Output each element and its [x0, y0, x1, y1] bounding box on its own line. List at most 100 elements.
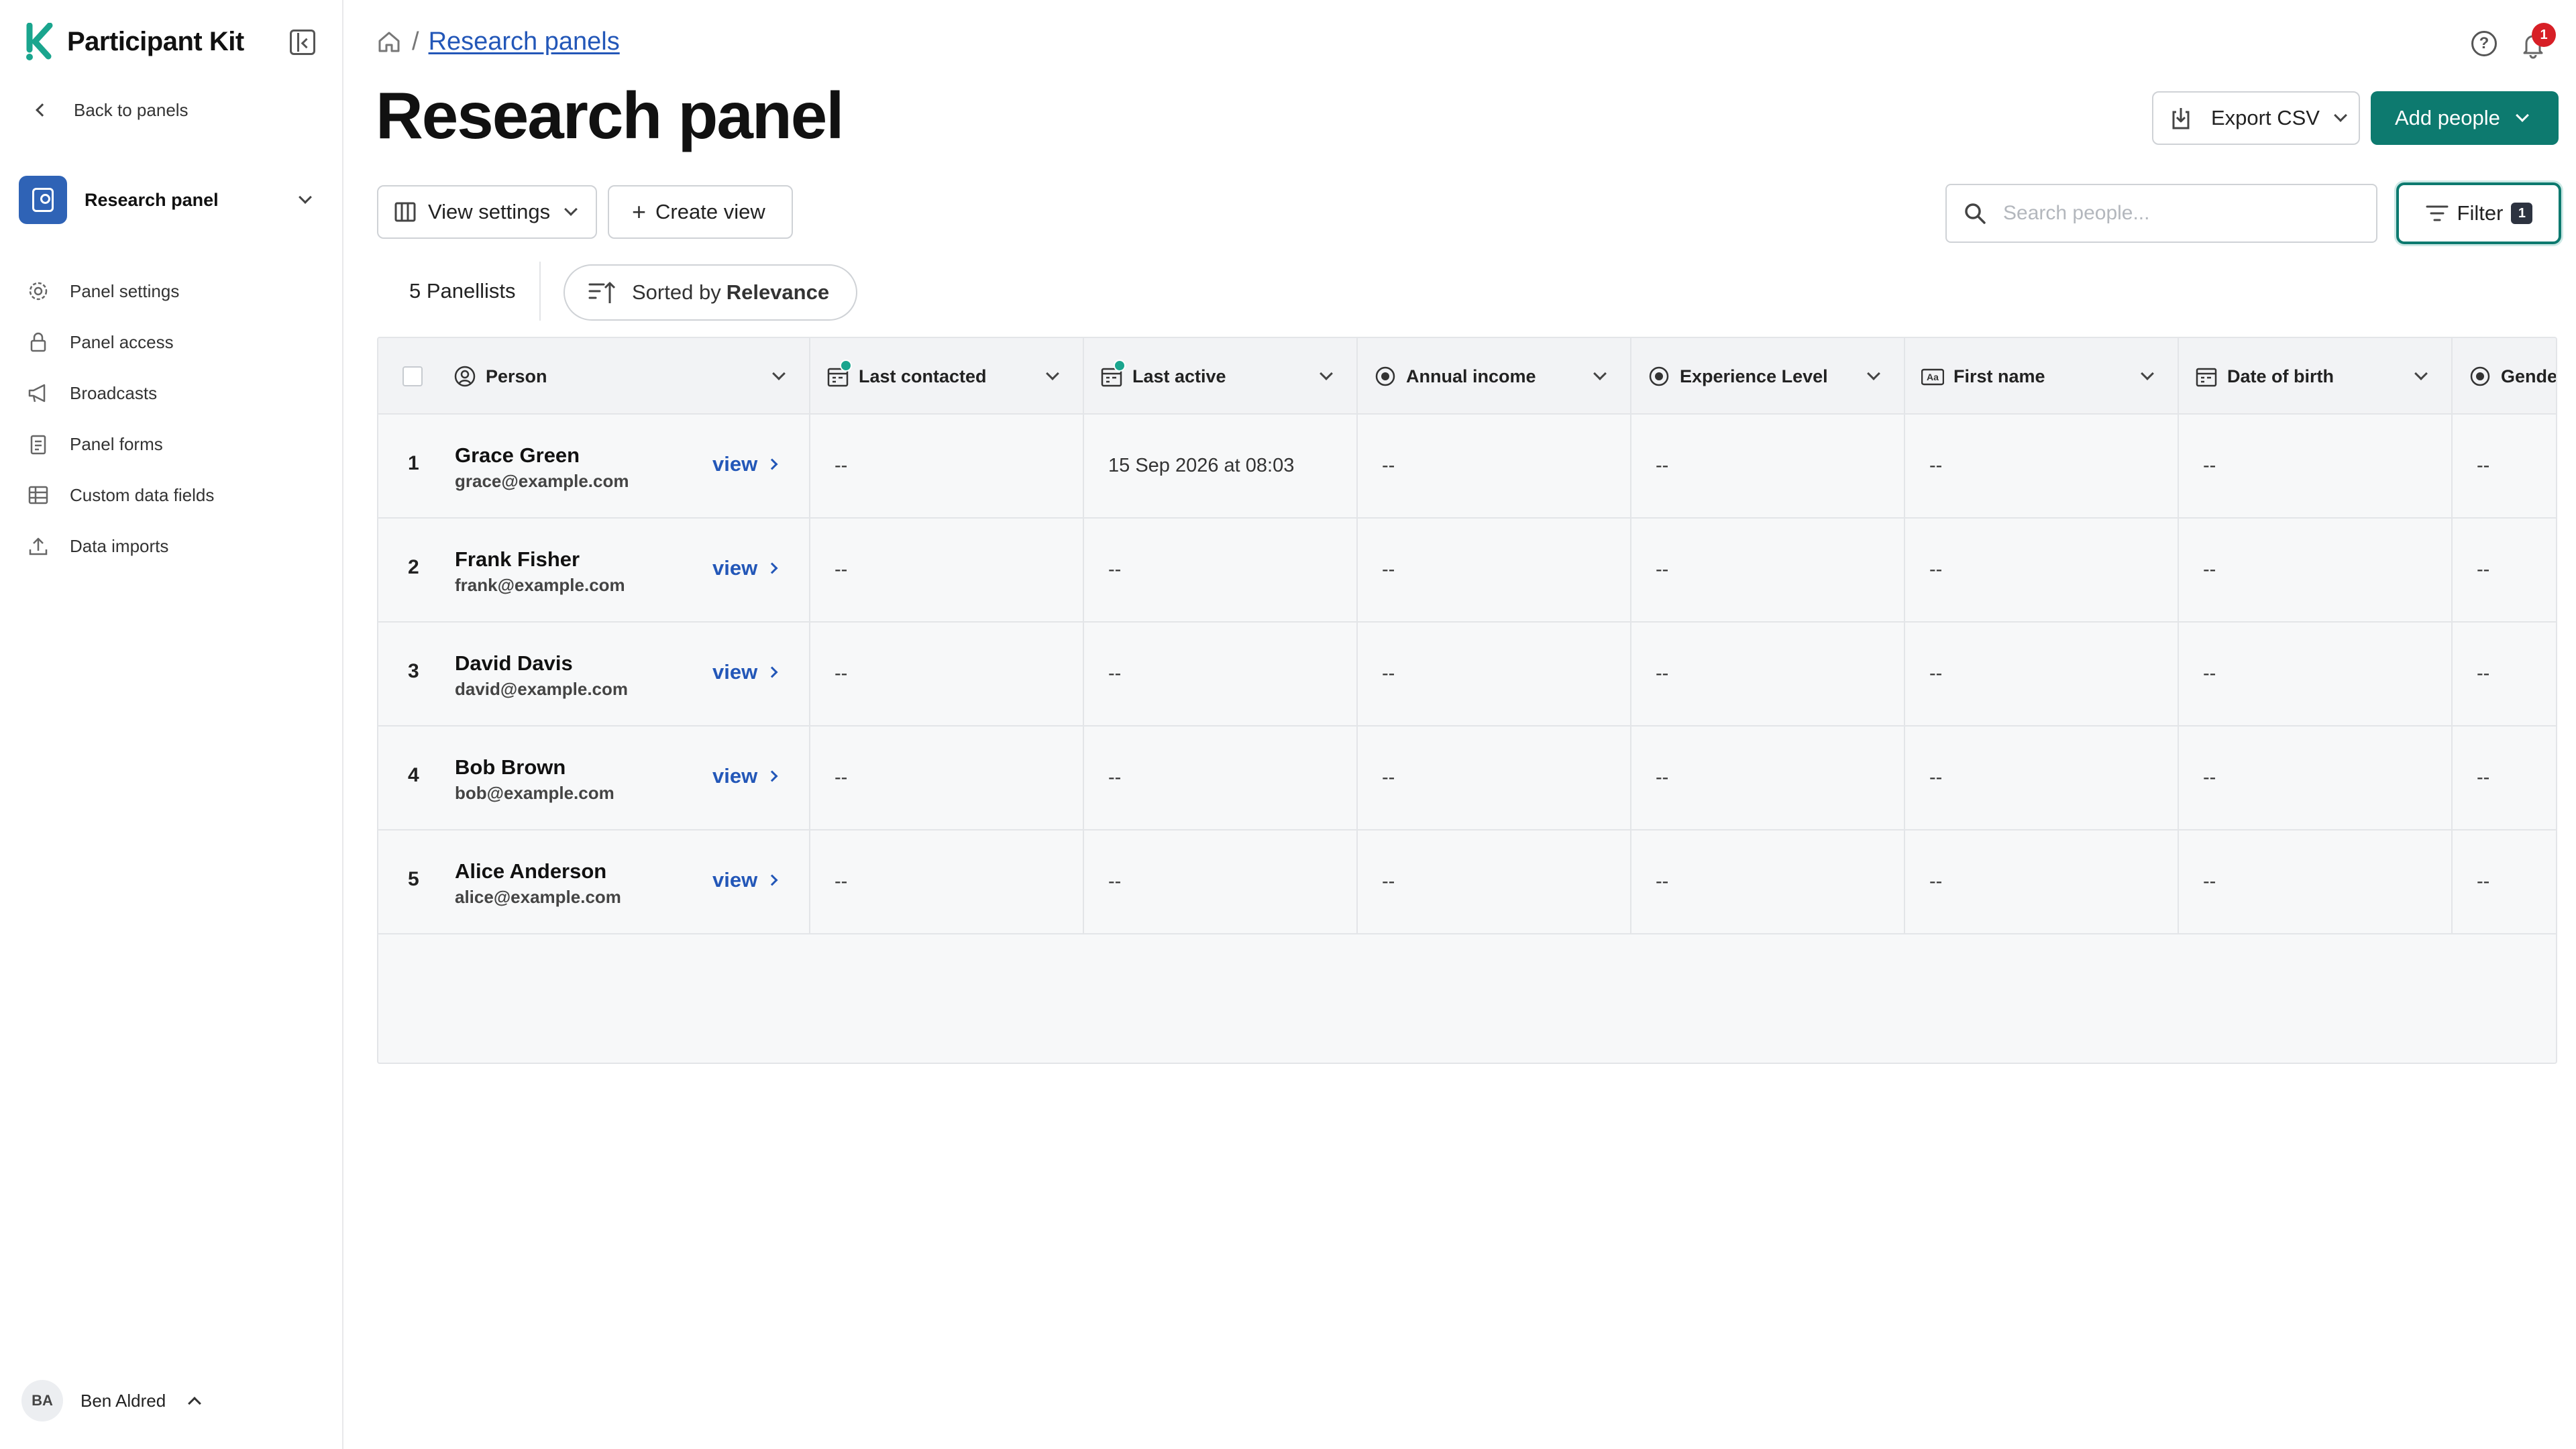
- column-header-first-name[interactable]: Aa First name: [1905, 338, 2179, 415]
- sidebar-item-panel-settings[interactable]: Panel settings: [27, 266, 322, 317]
- back-to-panels-link[interactable]: Back to panels: [31, 97, 189, 123]
- view-person-link[interactable]: view: [712, 868, 778, 892]
- sorted-prefix: Sorted by: [632, 280, 721, 304]
- person-name: Bob Brown: [455, 755, 566, 779]
- chevron-down-icon[interactable]: [2141, 367, 2154, 380]
- table-cell: --: [1631, 830, 1905, 933]
- table-cell: --: [810, 415, 1084, 517]
- upload-icon: [27, 535, 50, 557]
- calendar-icon: [1100, 360, 1126, 388]
- view-person-link[interactable]: view: [712, 452, 778, 476]
- column-label: Person: [486, 366, 547, 386]
- chevron-right-icon: [766, 666, 778, 678]
- row-number: 1: [408, 452, 419, 474]
- chevron-down-icon: [299, 191, 312, 204]
- chevron-down-icon[interactable]: [1593, 367, 1607, 380]
- table-row[interactable]: 2 Frank Fisher frank@example.com view --…: [378, 519, 2556, 623]
- sidebar-item-label: Broadcasts: [70, 382, 158, 403]
- table-cell: --: [1358, 727, 1631, 829]
- table-cell: 15 Sep 2026 at 08:03: [1084, 415, 1358, 517]
- export-icon: [2172, 108, 2190, 129]
- sidebar-item-panel-forms[interactable]: Panel forms: [27, 419, 322, 470]
- column-header-gender[interactable]: Gende: [2453, 338, 2556, 415]
- help-icon[interactable]: ?: [2471, 31, 2497, 56]
- table-cell: --: [1905, 623, 2179, 725]
- person-circle-icon: [453, 365, 476, 388]
- column-header-person[interactable]: Person: [378, 338, 810, 415]
- row-number: 4: [408, 764, 419, 786]
- table-row[interactable]: 4 Bob Brown bob@example.com view -- -- -…: [378, 727, 2556, 830]
- column-header-last-contacted[interactable]: Last contacted: [810, 338, 1084, 415]
- add-people-button[interactable]: Add people: [2371, 91, 2559, 145]
- create-view-button[interactable]: + Create view: [608, 185, 793, 239]
- column-header-last-active[interactable]: Last active: [1084, 338, 1358, 415]
- table-cell: --: [1084, 830, 1358, 933]
- panel-icon: [19, 176, 67, 224]
- sidebar: Participant Kit Back to panels Research …: [0, 0, 343, 1449]
- person-email: grace@example.com: [455, 471, 629, 491]
- table-cell: --: [1631, 623, 1905, 725]
- filter-icon: [2426, 205, 2449, 221]
- column-header-experience-level[interactable]: Experience Level: [1631, 338, 1905, 415]
- avatar: BA: [21, 1380, 63, 1421]
- table-row[interactable]: 1 Grace Green grace@example.com view -- …: [378, 415, 2556, 519]
- table-cell: --: [810, 830, 1084, 933]
- person-name: Alice Anderson: [455, 859, 607, 883]
- search-field[interactable]: [1945, 184, 2377, 243]
- sidebar-item-custom-data-fields[interactable]: Custom data fields: [27, 470, 322, 521]
- view-person-link[interactable]: view: [712, 660, 778, 684]
- table-cell: --: [1084, 623, 1358, 725]
- user-menu[interactable]: BA Ben Aldred: [21, 1379, 202, 1422]
- view-settings-button[interactable]: View settings: [377, 185, 597, 239]
- chevron-down-icon[interactable]: [2414, 367, 2428, 380]
- collapse-sidebar-icon[interactable]: [290, 30, 315, 55]
- table-cell: --: [1358, 415, 1631, 517]
- sidebar-nav: Panel settings Panel access Broadcasts P…: [27, 266, 322, 572]
- sidebar-item-label: Panel access: [70, 331, 174, 352]
- table-cell: --: [2179, 623, 2453, 725]
- view-person-link[interactable]: view: [712, 556, 778, 580]
- table-icon: [27, 484, 50, 506]
- export-csv-button[interactable]: Export CSV: [2152, 91, 2360, 145]
- search-input[interactable]: [2003, 202, 2365, 225]
- chevron-up-icon: [188, 1397, 202, 1410]
- person-cell: 3 David Davis david@example.com view: [378, 623, 810, 725]
- table-cell: --: [1905, 519, 2179, 621]
- chevron-down-icon[interactable]: [772, 367, 786, 380]
- column-header-annual-income[interactable]: Annual income: [1358, 338, 1631, 415]
- brand[interactable]: Participant Kit: [24, 23, 244, 60]
- panel-switcher[interactable]: Research panel: [19, 176, 323, 224]
- person-cell: 1 Grace Green grace@example.com view: [378, 415, 810, 517]
- chevron-down-icon[interactable]: [1867, 367, 1880, 380]
- sort-button[interactable]: Sorted by Relevance: [564, 264, 857, 321]
- chevron-down-icon[interactable]: [1320, 367, 1333, 380]
- export-label: Export CSV: [2211, 106, 2320, 129]
- filter-button[interactable]: Filter 1: [2396, 182, 2561, 244]
- table-row[interactable]: 5 Alice Anderson alice@example.com view …: [378, 830, 2556, 934]
- home-icon[interactable]: [376, 28, 402, 55]
- chevron-down-icon[interactable]: [1046, 367, 1059, 380]
- sidebar-item-broadcasts[interactable]: Broadcasts: [27, 368, 322, 419]
- sidebar-item-data-imports[interactable]: Data imports: [27, 521, 322, 572]
- table-header: Person Last contacted Last active Annual…: [378, 338, 2556, 415]
- person-email: david@example.com: [455, 679, 629, 699]
- notification-badge: 1: [2532, 23, 2556, 47]
- divider: [539, 262, 541, 321]
- column-label: First name: [1953, 366, 2045, 386]
- sidebar-item-panel-access[interactable]: Panel access: [27, 317, 322, 368]
- lock-icon: [27, 331, 50, 354]
- column-header-date-of-birth[interactable]: Date of birth: [2179, 338, 2453, 415]
- breadcrumb-research-panels[interactable]: Research panels: [429, 28, 620, 56]
- filter-label: Filter: [2457, 201, 2504, 225]
- megaphone-icon: [27, 382, 50, 405]
- radio-icon: [2469, 365, 2491, 388]
- table-cell: --: [2453, 623, 2556, 725]
- add-people-label: Add people: [2395, 106, 2500, 129]
- select-all-checkbox[interactable]: [402, 366, 423, 386]
- sidebar-item-label: Panel settings: [70, 280, 180, 301]
- view-person-link[interactable]: view: [712, 764, 778, 788]
- table-cell: --: [2453, 727, 2556, 829]
- table-row[interactable]: 3 David Davis david@example.com view -- …: [378, 623, 2556, 727]
- panellist-count: 5 Panellists: [409, 279, 516, 303]
- table-cell: --: [810, 519, 1084, 621]
